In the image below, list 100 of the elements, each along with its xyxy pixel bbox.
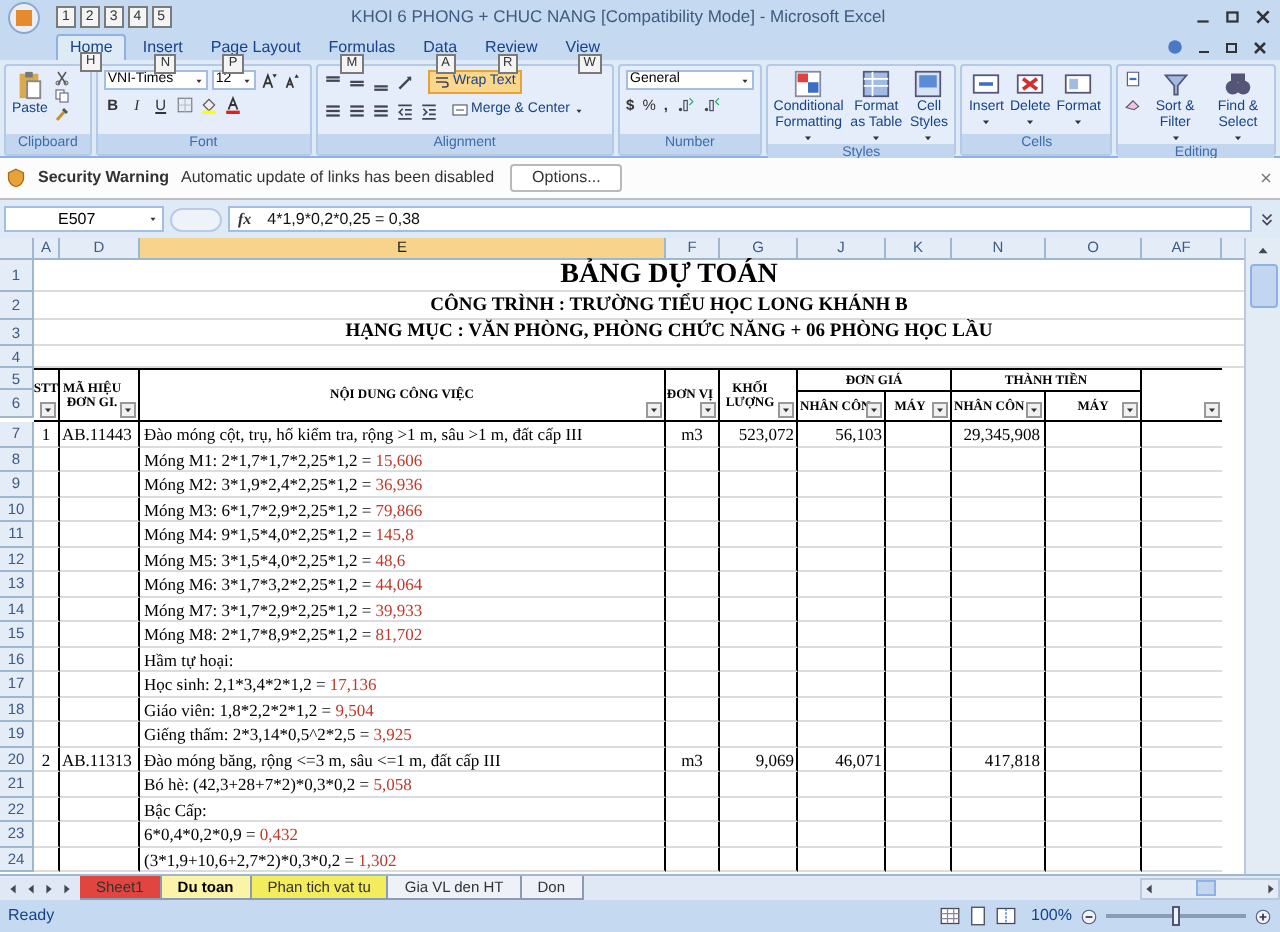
sort-filter-icon [1161, 70, 1190, 98]
filter-button[interactable] [778, 402, 794, 418]
caret-icon [1028, 404, 1040, 416]
font-color-icon [223, 96, 242, 114]
caret-icon [648, 404, 660, 416]
total-amount: 29,345,908 [952, 422, 1046, 447]
function-label: fx [238, 207, 252, 231]
formula-bar-handle[interactable] [170, 207, 222, 231]
work-description: Móng M1: 2*1,7*1,7*2,25*1,2 = 15,606 [140, 447, 666, 472]
status-text: Ready [8, 904, 55, 928]
filter-button[interactable] [1122, 402, 1138, 418]
borders-icon [175, 96, 194, 114]
merge-icon [451, 102, 468, 118]
quantity: 523,072 [720, 422, 798, 447]
decrease-indent-icon [395, 101, 414, 119]
conditional-formatting-icon [794, 70, 823, 98]
cell-styles-icon [914, 70, 943, 98]
item-number: 2 [34, 747, 60, 772]
office-button-icon [8, 1, 40, 33]
filter-button[interactable] [646, 402, 662, 418]
scroll-thumb[interactable] [1196, 880, 1216, 896]
close-icon [1254, 8, 1272, 26]
work-description: Giáo viên: 1,8*2,2*2*1,2 = 9,504 [140, 697, 666, 722]
work-description: Đào móng cột, trụ, hố kiểm tra, rộng >1 m, sâu >1 m, đất cấp III [140, 422, 666, 447]
help-icon [1166, 38, 1184, 56]
formula-field[interactable]: fx 4*1,9*0,2*0,25 = 0,38 [228, 206, 1252, 232]
sheet-title: CÔNG TRÌNH : TRƯỜNG TIỂU HỌC LONG KHÁNH B [428, 292, 908, 318]
close-icon [1258, 170, 1274, 186]
work-description: Móng M8: 2*1,7*8,9*2,25*1,2 = 81,702 [140, 622, 666, 647]
increase-decimal-icon [675, 96, 694, 114]
scissors-icon [53, 70, 70, 86]
scroll-left-icon [1142, 881, 1156, 895]
ribbon-tab[interactable]: Data [411, 36, 470, 60]
work-description: Bó hè: (42,3+28+7*2)*0,3*0,2 = 5,058 [140, 772, 666, 797]
grow-font-icon [259, 71, 278, 89]
delete-cells-icon [1016, 70, 1045, 98]
slider-thumb[interactable] [1172, 906, 1180, 926]
filter-button[interactable] [932, 402, 948, 418]
ribbon-tab[interactable]: Review [473, 36, 550, 60]
zoom-out-icon [1080, 907, 1098, 925]
close-icon [1252, 39, 1268, 55]
increase-indent-icon [419, 101, 438, 119]
work-description: Móng M6: 3*1,7*3,2*2,25*1,2 = 44,064 [140, 572, 666, 597]
caret-icon [980, 116, 993, 128]
caret-icon [739, 75, 750, 85]
fill-icon [1124, 70, 1143, 88]
work-description: 6*0,4*0,2*0,9 = 0,432 [140, 822, 666, 847]
options-button[interactable]: Options... [510, 164, 623, 192]
binoculars-icon [1223, 70, 1252, 98]
ribbon-tab[interactable]: Formulas [316, 36, 408, 60]
ribbon-tab[interactable]: View [553, 36, 612, 60]
total-amount: 417,818 [952, 747, 1046, 772]
security-warning-title: Security Warning [38, 166, 169, 190]
table-icon [862, 70, 891, 98]
format-cells-icon [1064, 70, 1093, 98]
scroll-thumb[interactable] [1249, 264, 1277, 308]
ribbon-tab[interactable]: Page Layout [198, 36, 313, 60]
item-code: AB.11443 [60, 422, 140, 447]
unit: m3 [666, 422, 720, 447]
unit-price: 46,071 [798, 747, 886, 772]
filter-button[interactable] [1026, 402, 1042, 418]
wrap-text-icon [433, 74, 450, 90]
unit-price: 56,103 [798, 422, 886, 447]
nav-prev-icon [24, 881, 38, 895]
item-code: AB.11313 [60, 747, 140, 772]
filter-button[interactable] [40, 402, 56, 418]
caret-icon [573, 105, 584, 115]
caret-icon [934, 404, 946, 416]
format-painter-icon [53, 106, 70, 122]
window-title: KHOI 6 PHONG + CHUC NANG [Compatibility Mode] - Microsoft Excel [351, 4, 886, 30]
filter-button[interactable] [120, 402, 136, 418]
shrink-font-icon [281, 71, 300, 89]
caret-icon [148, 214, 158, 224]
fill-color-icon [199, 96, 218, 114]
nav-first-icon [6, 881, 20, 895]
caret-icon [241, 75, 252, 85]
caret-icon [1024, 116, 1037, 128]
filter-button[interactable] [700, 402, 716, 418]
work-description: Móng M5: 3*1,5*4,0*2,25*1,2 = 48,6 [140, 547, 666, 572]
filter-button[interactable] [866, 402, 882, 418]
caret-icon [193, 75, 204, 85]
unit: m3 [666, 747, 720, 772]
work-description: Móng M7: 3*1,7*2,9*2,25*1,2 = 39,933 [140, 597, 666, 622]
insert-cells-icon [972, 70, 1001, 98]
caret-icon [122, 404, 134, 416]
work-description: Học sinh: 2,1*3,4*2*1,2 = 17,136 [140, 672, 666, 697]
caret-icon [1072, 116, 1085, 128]
scroll-right-icon [1264, 881, 1278, 895]
caret-icon [1124, 404, 1136, 416]
ribbon-tab[interactable]: Insert [130, 36, 195, 60]
name-box[interactable]: E507 [4, 206, 164, 232]
nav-next-icon [42, 881, 56, 895]
copy-icon [53, 88, 70, 104]
work-description: Móng M2: 3*1,9*2,4*2,25*1,2 = 36,936 [140, 472, 666, 497]
item-number: 1 [34, 422, 60, 447]
orientation-icon [395, 73, 414, 91]
caret-icon [42, 404, 54, 416]
horizontal-scrollbar[interactable] [1140, 877, 1280, 899]
caret-icon [868, 404, 880, 416]
filter-button[interactable] [1204, 402, 1220, 418]
